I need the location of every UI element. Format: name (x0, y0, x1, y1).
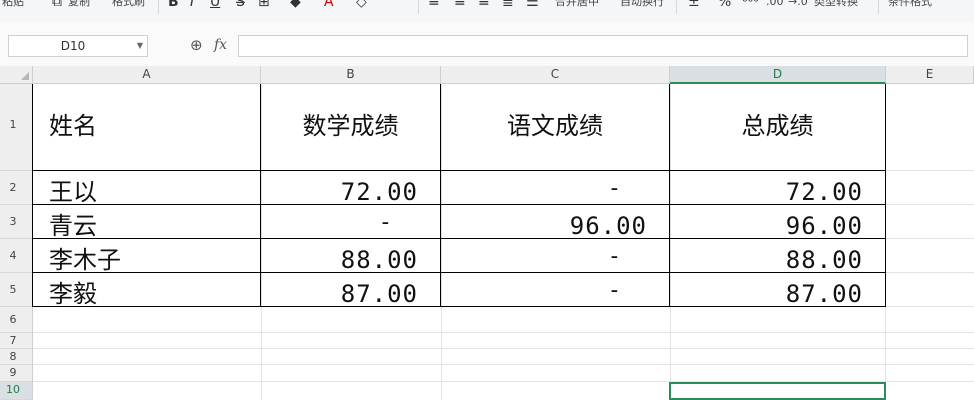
percent-icon[interactable]: % (718, 0, 731, 10)
column-header-d[interactable]: D (670, 66, 886, 84)
column-header-e[interactable]: E (886, 66, 974, 84)
row-header-1[interactable]: 1 (0, 84, 33, 171)
cell-d4[interactable]: 88.00 (670, 239, 885, 272)
row-header-7[interactable]: 7 (0, 333, 33, 349)
font-color-icon[interactable]: A (324, 0, 334, 10)
cell-d1[interactable]: 总成绩 (670, 84, 885, 168)
cell-b2[interactable]: 72.00 (261, 171, 440, 204)
select-all-corner[interactable] (0, 66, 33, 84)
chevron-down-icon[interactable]: ▼ (137, 36, 143, 56)
fill-color-icon[interactable]: ◆ (290, 0, 301, 10)
gridline (886, 272, 974, 273)
gridline (886, 204, 974, 205)
row-number: 10 (6, 383, 20, 396)
row-number: 1 (9, 118, 17, 131)
clear-format-icon[interactable]: ◇ (356, 0, 367, 10)
gridline (33, 364, 974, 365)
cell-b3[interactable]: - (261, 205, 440, 238)
thousands-icon[interactable]: ⁰⁰⁰ (742, 0, 759, 10)
align-bottom-icon[interactable]: ≡ (478, 0, 490, 10)
row-number: 6 (9, 313, 17, 326)
cell-b5[interactable]: 87.00 (261, 273, 440, 306)
row-header-8[interactable]: 8 (0, 349, 33, 365)
gridline (886, 170, 974, 171)
copy-button[interactable]: 复制 (68, 0, 90, 9)
name-box-value: D10 (60, 39, 86, 53)
spreadsheet-grid[interactable]: A B C D E 1 2 3 4 5 6 7 8 9 10 姓名 数学成绩 语… (0, 66, 974, 400)
row-number: 3 (9, 215, 17, 228)
italic-button[interactable]: I (190, 0, 194, 10)
merge-center-button[interactable]: 合并居中 (555, 0, 599, 9)
table-border (32, 306, 886, 307)
fx-icon[interactable]: fx (214, 35, 227, 55)
number-format-icon[interactable]: ± (688, 0, 700, 10)
format-painter-button[interactable]: 格式刷 (112, 0, 145, 9)
row-header-9[interactable]: 9 (0, 365, 33, 382)
bold-button[interactable]: B (168, 0, 179, 10)
row-header-3[interactable]: 3 (0, 205, 33, 239)
cell-c1[interactable]: 语文成绩 (441, 84, 669, 168)
cell-c5[interactable]: - (441, 273, 669, 306)
name-box[interactable]: D10 ▼ (8, 35, 148, 57)
column-header-b[interactable]: B (261, 66, 441, 84)
increase-decimal-button[interactable]: .00 (766, 0, 784, 9)
cell-c2[interactable]: - (441, 171, 669, 204)
cell-b1[interactable]: 数学成绩 (261, 84, 440, 168)
decrease-decimal-button[interactable]: →.0 (788, 0, 808, 9)
row-number: 7 (9, 334, 17, 347)
strikethrough-icon[interactable]: S̶ (236, 0, 245, 10)
align-middle-icon[interactable]: ≡ (454, 0, 466, 10)
formula-input[interactable] (238, 35, 968, 57)
paste-button[interactable]: 粘贴 (2, 0, 24, 9)
active-cell-d10[interactable] (669, 382, 886, 400)
select-all-icon (21, 72, 29, 80)
cell-d2[interactable]: 72.00 (670, 171, 885, 204)
table-border (885, 84, 886, 307)
wrap-text-button[interactable]: 自动换行 (620, 0, 664, 9)
type-convert-button[interactable]: 类型转换 (814, 0, 858, 9)
gridline (886, 306, 974, 307)
row-number: 4 (9, 249, 17, 262)
row-header-2[interactable]: 2 (0, 171, 33, 205)
row-header-6[interactable]: 6 (0, 307, 33, 333)
cell-b4[interactable]: 88.00 (261, 239, 440, 272)
row-number: 8 (9, 350, 17, 363)
ribbon-toolbar: 粘贴 ⧉ 复制 格式刷 B I U S̶ ⊞ ◆ A ◇ ≡ ≡ ≡ ≣ ☰ 合… (0, 0, 974, 23)
gridline (33, 332, 974, 333)
row-header-5[interactable]: 5 (0, 273, 33, 307)
row-number: 9 (9, 366, 17, 379)
gridline (886, 238, 974, 239)
cell-a4[interactable]: 李木子 (33, 239, 260, 272)
cell-a3[interactable]: 青云 (33, 205, 260, 238)
toolbar-divider (158, 0, 159, 14)
row-header-10[interactable]: 10 (0, 382, 33, 400)
copy-icon[interactable]: ⧉ (52, 0, 62, 10)
cell-a1[interactable]: 姓名 (33, 84, 260, 168)
row-header-4[interactable]: 4 (0, 239, 33, 273)
cell-c4[interactable]: - (441, 239, 669, 272)
formula-bar: D10 ▼ ⊕ fx (0, 22, 974, 66)
cell-c3[interactable]: 96.00 (441, 205, 669, 238)
cell-d3[interactable]: 96.00 (670, 205, 885, 238)
cell-a2[interactable]: 王以 (33, 171, 260, 204)
border-icon[interactable]: ⊞ (258, 0, 270, 10)
toolbar-divider (418, 0, 419, 14)
distribute-icon[interactable]: ☰ (526, 0, 539, 10)
align-top-icon[interactable]: ≡ (428, 0, 440, 10)
toolbar-divider (676, 0, 677, 14)
cell-d5[interactable]: 87.00 (670, 273, 885, 306)
underline-button[interactable]: U (210, 0, 220, 10)
zoom-icon[interactable]: ⊕ (190, 35, 203, 55)
row-number: 2 (9, 181, 17, 194)
toolbar-divider (878, 0, 879, 14)
column-header-c[interactable]: C (441, 66, 670, 84)
conditional-format-button[interactable]: 条件格式 (888, 0, 932, 9)
gridline (33, 348, 974, 349)
row-number: 5 (9, 283, 17, 296)
cell-a5[interactable]: 李毅 (33, 273, 260, 306)
column-header-a[interactable]: A (33, 66, 261, 84)
justify-icon[interactable]: ≣ (502, 0, 514, 10)
